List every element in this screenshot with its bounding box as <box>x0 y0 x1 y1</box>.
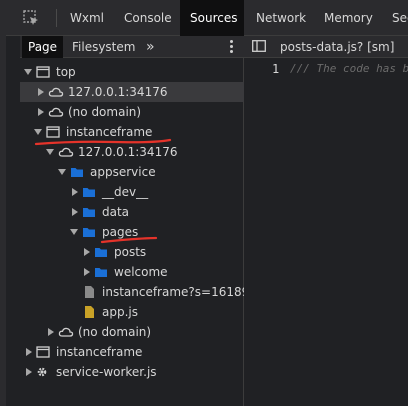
toolbar-divider <box>56 9 57 27</box>
expand-arrow-icon[interactable] <box>70 229 78 235</box>
cloud-icon <box>58 327 74 337</box>
code-editor[interactable]: 1 /// The code has b <box>244 58 408 406</box>
tree-item-label: __dev__ <box>102 185 149 199</box>
js-file-icon <box>85 306 94 318</box>
folder-icon <box>71 168 83 177</box>
devtools-tab-bar: Wxml Console Sources Network Memory Sec <box>0 0 408 36</box>
tree-item-label: app.js <box>102 305 138 319</box>
tree-item-service-worker[interactable]: service-worker.js <box>20 362 244 382</box>
tree-item-origin[interactable]: 127.0.0.1:34176 <box>20 142 244 162</box>
tree-item-no-domain[interactable]: (no domain) <box>20 102 244 122</box>
collapse-arrow-icon[interactable] <box>84 248 90 256</box>
tab-console[interactable]: Console <box>114 0 182 36</box>
collapse-arrow-icon[interactable] <box>38 108 44 116</box>
tree-item-label: instanceframe?s=1618989 <box>102 285 265 299</box>
tree-item-label: data <box>102 205 130 219</box>
folder-icon <box>95 248 107 257</box>
tab-filesystem[interactable]: Filesystem <box>66 36 141 58</box>
tree-item-appservice[interactable]: appservice <box>20 162 244 182</box>
tree-item-label: top <box>56 65 76 79</box>
expand-arrow-icon[interactable] <box>46 149 54 155</box>
tree-item-welcome[interactable]: welcome <box>20 262 244 282</box>
tree-item-label: 127.0.0.1:34176 <box>68 85 168 99</box>
cloud-icon <box>48 107 64 117</box>
frame-icon <box>36 346 50 358</box>
inspect-element-icon[interactable] <box>22 9 40 27</box>
tree-item-label: posts <box>114 245 147 259</box>
folder-icon <box>95 268 107 277</box>
tree-item-instanceframe[interactable]: instanceframe <box>20 342 244 362</box>
file-navigator: top 127.0.0.1:34176 (no domain) instance… <box>20 58 265 406</box>
expand-arrow-icon[interactable] <box>34 129 42 135</box>
tree-item-label: appservice <box>90 165 156 179</box>
line-number: 1 <box>272 62 280 76</box>
tree-item-label: (no domain) <box>78 325 152 339</box>
folder-icon <box>83 208 95 217</box>
tab-wxml[interactable]: Wxml <box>60 0 114 36</box>
left-edge-strip <box>0 0 6 406</box>
cloud-icon <box>58 147 74 157</box>
folder-icon <box>83 228 95 237</box>
collapse-arrow-icon[interactable] <box>72 208 78 216</box>
frame-icon <box>46 126 60 138</box>
tree-item-top[interactable]: top <box>20 62 244 82</box>
tree-item-instanceframe[interactable]: instanceframe <box>20 122 244 142</box>
collapse-arrow-icon[interactable] <box>26 368 32 376</box>
gear-icon <box>37 367 47 377</box>
frame-icon <box>36 66 50 78</box>
tree-item-label: (no domain) <box>68 105 142 119</box>
tree-item-label: instanceframe <box>56 345 143 359</box>
tree-item-posts[interactable]: posts <box>20 242 244 262</box>
file-icon <box>85 286 94 298</box>
tab-memory[interactable]: Memory <box>314 0 383 36</box>
tree-item-no-domain[interactable]: (no domain) <box>20 322 244 342</box>
tree-item-app-js[interactable]: app.js <box>20 302 244 322</box>
tree-item-pages[interactable]: pages <box>20 222 244 242</box>
tree-item-origin[interactable]: 127.0.0.1:34176 <box>20 82 244 102</box>
navigator-tab-bar: Page Filesystem » <box>20 36 244 58</box>
tree-item-label: service-worker.js <box>56 365 157 379</box>
tree-item-dev[interactable]: __dev__ <box>20 182 244 202</box>
tree-item-label: welcome <box>114 265 168 279</box>
tree-item-data[interactable]: data <box>20 202 244 222</box>
collapse-arrow-icon[interactable] <box>72 188 78 196</box>
expand-arrow-icon[interactable] <box>58 169 66 175</box>
tree-item-label: 127.0.0.1:34176 <box>78 145 178 159</box>
tab-security[interactable]: Sec <box>382 0 408 36</box>
collapse-arrow-icon[interactable] <box>38 88 44 96</box>
expand-arrow-icon[interactable] <box>24 69 32 75</box>
tree-item-label: pages <box>102 225 139 239</box>
tree-item-instanceframe-file[interactable]: instanceframe?s=1618989 <box>20 282 265 302</box>
collapse-arrow-icon[interactable] <box>84 268 90 276</box>
collapse-arrow-icon[interactable] <box>26 348 32 356</box>
editor-tab-bar: posts-data.js? [sm] <box>244 36 408 58</box>
tab-network[interactable]: Network <box>246 0 316 36</box>
more-tabs-button[interactable]: » <box>140 36 161 58</box>
collapse-arrow-icon[interactable] <box>48 328 54 336</box>
folder-icon <box>83 188 95 197</box>
tab-sources[interactable]: Sources <box>180 0 244 36</box>
more-options-icon[interactable] <box>230 40 234 54</box>
toggle-navigator-icon[interactable] <box>252 40 266 52</box>
tree-item-label: instanceframe <box>66 125 153 139</box>
tab-page[interactable]: Page <box>22 36 64 58</box>
editor-file-tab[interactable]: posts-data.js? [sm] <box>280 36 394 58</box>
code-line: /// The code has b <box>290 62 408 75</box>
cloud-icon <box>48 87 64 97</box>
